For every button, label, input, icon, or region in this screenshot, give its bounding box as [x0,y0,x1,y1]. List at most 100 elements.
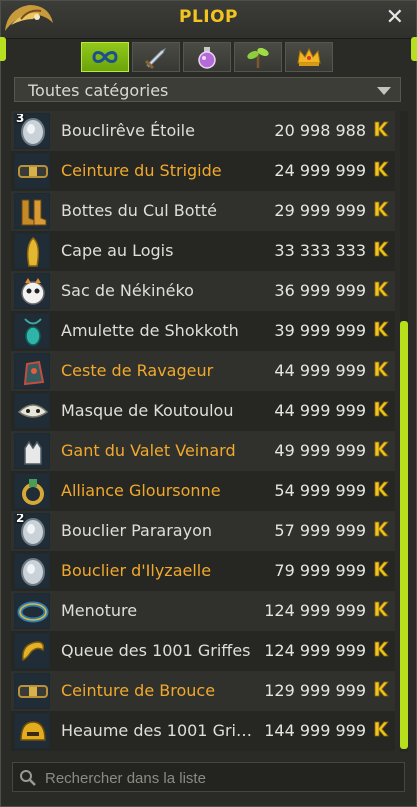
item-name: Alliance Gloursonne [61,481,221,500]
item-price: 79 999 999 [274,561,366,580]
kama-icon [374,641,389,657]
search-box [12,762,405,792]
tab-resources[interactable] [234,42,282,72]
potion-icon [198,47,216,69]
item-name: Amulette de Shokkoth [61,321,239,340]
plant-icon [247,47,269,68]
list-item[interactable]: Gant du Valet Veinard 49 999 999 [11,431,395,471]
item-price: 20 998 988 [274,121,366,140]
list-item[interactable]: Amulette de Shokkoth 39 999 999 [11,311,395,351]
item-price: 33 333 333 [274,241,366,260]
item-quantity: 3 [16,113,25,125]
item-name: Bouclirêve Étoile [61,121,195,140]
list-item[interactable]: Ceste de Ravageur 44 999 999 [11,351,395,391]
infinity-icon [92,51,118,63]
item-list: 3 Bouclirêve Étoile 20 998 988 Ceinture du … [11,111,395,752]
sword-icon [144,47,167,69]
item-price: 144 999 999 [264,721,366,740]
item-price: 124 999 999 [264,601,366,620]
list-item[interactable]: Sac de Nékinéko 36 999 999 [11,271,395,311]
belt-icon [14,673,50,709]
item-price: 44 999 999 [274,361,366,380]
item-name: Ceste de Ravageur [61,361,214,380]
tab-cosmetics[interactable] [285,42,333,72]
list-item[interactable]: Menoture 124 999 999 [11,591,395,631]
item-price: 54 999 999 [274,481,366,500]
list-item[interactable]: Ceinture du Strigide 24 999 999 [11,151,395,191]
item-name: Bouclier Pararayon [61,521,212,540]
shield-icon: 2 [14,513,50,549]
kama-icon [374,121,389,137]
item-price: 57 999 999 [274,521,366,540]
item-name: Bottes du Cul Botté [61,201,217,220]
item-name: Sac de Nékinéko [61,281,194,300]
store-window: PLIOP ✕ Toutes catégories 3 Bouclirêve É… [0,0,417,807]
item-name: Ceinture de Brouce [61,681,216,700]
scrollbar-thumb[interactable] [400,321,408,749]
kama-icon [374,321,389,337]
kama-icon [374,361,389,377]
search-icon [20,770,36,786]
item-price: 36 999 999 [274,281,366,300]
category-dropdown[interactable]: Toutes catégories [14,77,401,102]
category-tabs [81,42,333,72]
item-price: 24 999 999 [274,161,366,180]
kama-icon [374,401,389,417]
item-price: 29 999 999 [274,201,366,220]
kama-icon [374,481,389,497]
list-item[interactable]: Cape au Logis 33 333 333 [11,231,395,271]
list-item[interactable]: Bottes du Cul Botté 29 999 999 [11,191,395,231]
list-item[interactable]: Ceinture de Brouce 129 999 999 [11,671,395,711]
kama-icon [374,561,389,577]
item-name: Menoture [61,601,138,620]
item-price: 49 999 999 [274,441,366,460]
list-item[interactable]: 2 Bouclier Pararayon 57 999 999 [11,511,395,551]
item-name: Masque de Koutoulou [61,401,234,420]
list-item[interactable]: Masque de Koutoulou 44 999 999 [11,391,395,431]
helmet-icon [14,713,50,749]
tab-equipment[interactable] [132,42,180,72]
item-name: Cape au Logis [61,241,174,260]
item-name: Gant du Valet Veinard [61,441,236,460]
left-edge-marker [0,37,6,61]
title-bar[interactable]: PLIOP ✕ [1,1,416,39]
shield-icon: 3 [14,113,50,149]
tab-all-items[interactable] [81,42,129,72]
glove-icon [14,433,50,469]
window-title: PLIOP [178,7,239,27]
kama-icon [374,241,389,257]
list-item[interactable]: 3 Bouclirêve Étoile 20 998 988 [11,111,395,151]
gauntlet-icon [14,353,50,389]
mask-icon [14,393,50,429]
kama-icon [374,281,389,297]
tail-icon [14,633,50,669]
kama-icon [374,601,389,617]
close-icon[interactable]: ✕ [386,5,404,30]
crown-icon [297,47,321,66]
search-input[interactable] [43,766,397,790]
list-item[interactable]: Heaume des 1001 Griffes 144 999 999 [11,711,395,751]
belt-icon [14,153,50,189]
chevron-down-icon [377,87,391,95]
scrollbar-track[interactable] [400,111,408,752]
list-item[interactable]: Alliance Gloursonne 54 999 999 [11,471,395,511]
right-edge-marker [411,37,417,61]
kama-icon [374,681,389,697]
item-name: Bouclier d'Ilyzaelle [61,561,212,580]
tab-consumables[interactable] [183,42,231,72]
kama-icon [374,201,389,217]
bracelet-icon [14,593,50,629]
item-quantity: 2 [16,513,25,525]
cape-icon [14,233,50,269]
item-name: Queue des 1001 Griffes [61,641,251,660]
item-price: 44 999 999 [274,401,366,420]
list-item[interactable]: Queue des 1001 Griffes 124 999 999 [11,631,395,671]
list-item[interactable]: Bouclier d'Ilyzaelle 79 999 999 [11,551,395,591]
item-name: Heaume des 1001 Griffes [61,721,261,740]
amulet-icon [14,313,50,349]
kama-icon [374,441,389,457]
shield-icon [14,553,50,589]
kama-icon [374,721,389,737]
item-price: 129 999 999 [264,681,366,700]
item-price: 124 999 999 [264,641,366,660]
